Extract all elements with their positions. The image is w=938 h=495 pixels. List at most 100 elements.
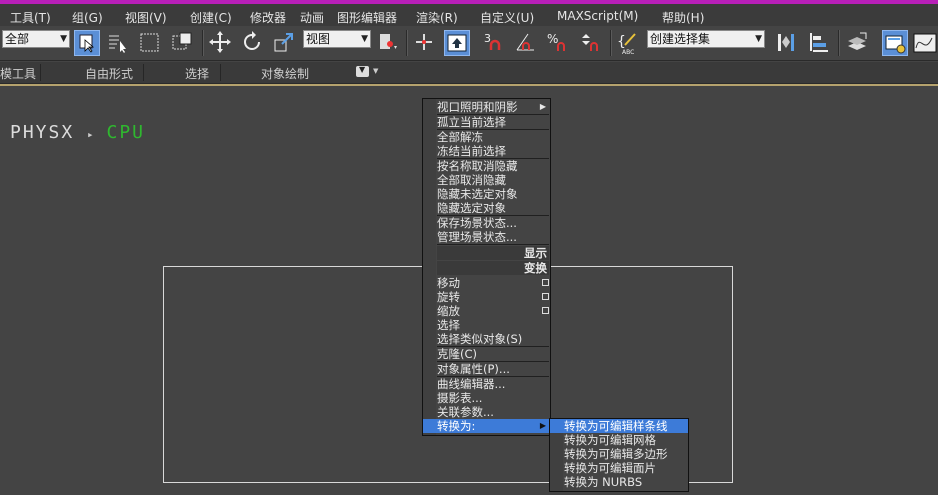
menu-create[interactable]: 创建(C) xyxy=(190,9,232,26)
chevron-down-icon: ▼ xyxy=(361,34,368,44)
menu-views[interactable]: 视图(V) xyxy=(125,9,167,26)
tab-divider xyxy=(220,64,221,81)
snaps-toggle-button[interactable]: 3 xyxy=(482,30,508,56)
menu-item-select-similar[interactable]: 选择类似对象(S) xyxy=(437,332,522,346)
menu-item-scale[interactable]: 缩放 xyxy=(423,304,550,318)
menu-item-unhide-all[interactable]: 全部取消隐藏 xyxy=(437,173,506,187)
curve-editor-icon xyxy=(913,33,937,53)
menu-animation[interactable]: 动画 xyxy=(300,9,324,26)
ribbon-tab-bar: 模工具 自由形式 选择 对象绘制 ▼ ▼ xyxy=(0,62,938,84)
settings-box-icon[interactable] xyxy=(542,307,549,314)
menu-item-hide-selection[interactable]: 隐藏选定对象 xyxy=(437,201,506,215)
angle-snap-icon xyxy=(516,33,534,51)
menu-item-convert-editable-mesh[interactable]: 转换为可编辑网格 xyxy=(564,433,656,447)
select-by-name-button[interactable] xyxy=(106,30,132,56)
menu-item-freeze-selection[interactable]: 冻结当前选择 xyxy=(437,144,506,158)
align-button[interactable] xyxy=(806,30,832,56)
menu-item-move[interactable]: 移动 xyxy=(423,276,550,290)
menu-item-label: 转换为可编辑样条线 xyxy=(564,419,668,433)
menu-maxscript[interactable]: MAXScript(M) xyxy=(557,9,638,23)
select-manipulate-button[interactable] xyxy=(412,30,438,56)
menu-item-convert-to[interactable]: 转换为: ▶ xyxy=(423,419,550,433)
manipulate-icon xyxy=(416,34,432,50)
menu-help[interactable]: 帮助(H) xyxy=(662,9,704,26)
main-toolbar: 全部 ▼ 视图 ▼ 3 % {ABC 创建选择集 ▼ xyxy=(0,26,938,61)
ribbon-options-button[interactable]: ▼ xyxy=(356,65,369,77)
menu-group[interactable]: 组(G) xyxy=(72,9,103,26)
menu-tools[interactable]: 工具(T) xyxy=(10,9,51,26)
mirror-icon xyxy=(778,34,794,51)
percent-snap-button[interactable]: % xyxy=(546,30,572,56)
menu-item-object-properties[interactable]: 对象属性(P)... xyxy=(437,362,510,376)
keyboard-shortcut-override-button[interactable] xyxy=(444,30,470,56)
selection-filter-dropdown[interactable]: 全部 ▼ xyxy=(2,30,70,48)
menu-item-convert-nurbs[interactable]: 转换为 NURBS xyxy=(564,475,642,489)
menu-item-convert-editable-patch[interactable]: 转换为可编辑面片 xyxy=(564,461,656,475)
menu-item-wire-parameters[interactable]: 关联参数... xyxy=(437,405,494,419)
rotate-button[interactable] xyxy=(240,30,266,56)
menu-item-label: 视口照明和阴影 xyxy=(437,100,518,114)
angle-snap-button[interactable] xyxy=(514,30,540,56)
menu-customize[interactable]: 自定义(U) xyxy=(480,9,534,26)
rotate-icon xyxy=(244,31,260,50)
toolbar-separator xyxy=(610,30,612,56)
menu-item-label: 旋转 xyxy=(437,290,460,304)
tab-modeling-tools[interactable]: 模工具 xyxy=(0,65,36,82)
window-crossing-button[interactable] xyxy=(170,30,196,56)
menu-item-dope-sheet[interactable]: 摄影表... xyxy=(437,391,482,405)
physx-indicator: PHYSX ▸ CPU xyxy=(10,122,145,143)
rect-selection-button[interactable] xyxy=(138,30,164,56)
menu-item-curve-editor[interactable]: 曲线编辑器... xyxy=(437,377,505,391)
tab-divider xyxy=(143,64,144,81)
settings-box-icon[interactable] xyxy=(542,293,549,300)
curve-editor-button[interactable] xyxy=(912,30,938,56)
cursor-icon xyxy=(79,34,95,53)
pivot-center-button[interactable] xyxy=(376,30,402,56)
quad-header-display: 显示 xyxy=(437,246,549,260)
submenu-arrow-icon: ▶ xyxy=(539,102,546,111)
reference-coord-dropdown[interactable]: 视图 ▼ xyxy=(303,30,371,48)
tab-object-paint[interactable]: 对象绘制 xyxy=(261,65,309,82)
svg-text:3: 3 xyxy=(484,32,491,45)
menu-item-manage-scene-states[interactable]: 管理场景状态... xyxy=(437,230,517,244)
menu-item-rotate[interactable]: 旋转 xyxy=(423,290,550,304)
menu-item-clone[interactable]: 克隆(C) xyxy=(437,347,477,361)
scale-button[interactable] xyxy=(272,30,298,56)
tab-freeform[interactable]: 自由形式 xyxy=(85,65,133,82)
snap-magnet-icon: 3 xyxy=(484,32,501,50)
menu-item-select[interactable]: 选择 xyxy=(437,318,460,332)
menu-item-unhide-by-name[interactable]: 按名称取消隐藏 xyxy=(437,159,518,173)
menu-item-convert-editable-poly[interactable]: 转换为可编辑多边形 xyxy=(564,447,668,461)
select-object-button[interactable] xyxy=(74,30,100,56)
menu-item-viewport-lighting[interactable]: 视口照明和阴影 ▶ xyxy=(423,100,550,114)
menu-item-isolate-selection[interactable]: 孤立当前选择 xyxy=(437,115,506,129)
menu-rendering[interactable]: 渲染(R) xyxy=(416,9,458,26)
menu-graph-editors[interactable]: 图形编辑器 xyxy=(337,9,397,26)
named-selection-set-dropdown[interactable]: 创建选择集 ▼ xyxy=(647,30,765,48)
menu-item-save-scene-state[interactable]: 保存场景状态... xyxy=(437,216,517,230)
spinner-snap-button[interactable] xyxy=(578,30,604,56)
rect-selection-icon xyxy=(140,33,159,52)
menu-item-hide-unselected[interactable]: 隐藏未选定对象 xyxy=(437,187,518,201)
menu-modifiers[interactable]: 修改器 xyxy=(250,9,286,26)
tab-selection[interactable]: 选择 xyxy=(185,65,209,82)
chevron-down-icon: ▼ xyxy=(60,34,67,44)
toolbar-separator xyxy=(406,30,408,56)
quad-menu-gutter xyxy=(423,99,436,435)
settings-box-icon[interactable] xyxy=(542,279,549,286)
menu-item-unfreeze-all[interactable]: 全部解冻 xyxy=(437,130,483,144)
selection-filter-value: 全部 xyxy=(5,32,30,46)
menu-item-convert-editable-spline[interactable]: 转换为可编辑样条线 xyxy=(550,419,688,433)
move-button[interactable] xyxy=(208,30,234,56)
toolbar-separator xyxy=(838,30,840,56)
svg-text:%: % xyxy=(547,32,558,46)
edit-named-selection-button[interactable]: {ABC xyxy=(616,30,642,56)
mirror-button[interactable] xyxy=(774,30,800,56)
layer-manager-button[interactable] xyxy=(845,30,871,56)
percent-snap-icon: % xyxy=(547,32,565,51)
align-icon xyxy=(810,33,828,52)
menu-bar: 工具(T) 组(G) 视图(V) 创建(C) 修改器 动画 图形编辑器 渲染(R… xyxy=(0,0,938,26)
menu-separator xyxy=(437,244,549,245)
move-icon xyxy=(209,31,231,53)
toggle-scene-explorer-button[interactable] xyxy=(882,30,908,56)
